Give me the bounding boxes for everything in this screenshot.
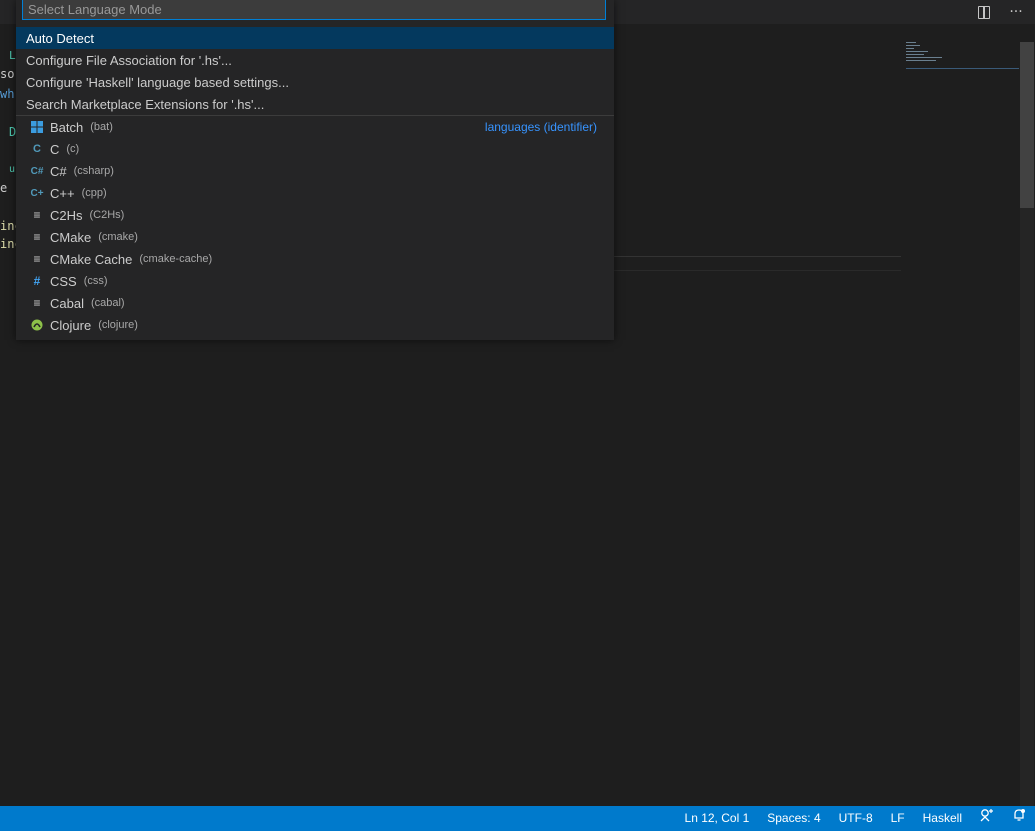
language-item-cabal[interactable]: ≡ Cabal (cabal) (16, 292, 614, 314)
lines-icon: ≡ (33, 296, 41, 310)
clojure-icon (30, 318, 44, 332)
language-id: (cmake-cache) (139, 253, 213, 265)
configure-language-settings-item[interactable]: Configure 'Haskell' language based setti… (16, 71, 614, 93)
language-name: Clojure (50, 317, 92, 333)
language-id: (csharp) (73, 165, 114, 177)
language-name: Batch (50, 119, 84, 135)
windows-icon (30, 120, 44, 134)
csharp-icon: C# (30, 165, 44, 177)
language-name: CMake (50, 229, 92, 245)
lines-icon: ≡ (33, 208, 41, 222)
minimap-cursor-line (906, 68, 1019, 69)
language-item-c2hs[interactable]: ≡ C2Hs (C2Hs) (16, 204, 614, 226)
hash-icon: # (33, 274, 41, 288)
language-name: Cabal (50, 295, 84, 311)
configure-file-association-item[interactable]: Configure File Association for '.hs'... (16, 49, 614, 71)
cpp-icon: C+ (30, 187, 44, 199)
c-icon: C (33, 143, 41, 155)
status-indentation[interactable]: Spaces: 4 (758, 806, 829, 831)
language-name: C++ (50, 185, 75, 201)
split-editor-icon[interactable] (973, 4, 995, 20)
language-id: (clojure) (98, 319, 138, 331)
code-fragment: L (9, 49, 16, 62)
status-bar: Ln 12, Col 1 Spaces: 4 UTF-8 LF Haskell (0, 806, 1035, 831)
language-id: (bat) (90, 121, 113, 133)
language-item-cmake-cache[interactable]: ≡ CMake Cache (cmake-cache) (16, 248, 614, 270)
language-search-input[interactable] (23, 0, 615, 19)
lines-icon: ≡ (33, 252, 41, 266)
item-label: Configure File Association for '.hs'... (26, 52, 232, 68)
language-id: (cpp) (81, 187, 107, 199)
lines-icon: ≡ (33, 230, 41, 244)
language-name: C (50, 141, 60, 157)
language-id: (cabal) (90, 297, 125, 309)
editor-actions: ··· (973, 0, 1027, 24)
language-name: CSS (50, 273, 77, 289)
language-search-box (22, 0, 615, 20)
code-fragment: e (0, 181, 8, 195)
languages-separator-label: languages (identifier) (484, 120, 597, 134)
language-mode-picker: Auto Detect Configure File Association f… (16, 0, 615, 340)
language-item-clojure[interactable]: Clojure (clojure) (16, 314, 614, 336)
notifications-bell-icon[interactable] (1003, 806, 1035, 831)
language-item-css[interactable]: # CSS (css) (16, 270, 614, 292)
auto-detect-item[interactable]: Auto Detect (16, 27, 614, 49)
language-item-c[interactable]: C C (c) (16, 138, 614, 160)
language-item-batch[interactable]: Batch (bat) languages (identifier) (16, 116, 614, 138)
language-name: CMake Cache (50, 251, 133, 267)
language-id: (C2Hs) (89, 209, 125, 221)
item-label: Auto Detect (26, 30, 94, 46)
feedback-icon[interactable] (971, 806, 1003, 831)
language-item-csharp[interactable]: C# C# (csharp) (16, 160, 614, 182)
language-id: (cmake) (98, 231, 138, 243)
code-fragment: so (0, 67, 15, 81)
language-item-cpp[interactable]: C+ C++ (cpp) (16, 182, 614, 204)
status-eol[interactable]: LF (882, 806, 914, 831)
item-label: Configure 'Haskell' language based setti… (26, 74, 289, 90)
status-cursor-position[interactable]: Ln 12, Col 1 (676, 806, 759, 831)
language-item-cmake[interactable]: ≡ CMake (cmake) (16, 226, 614, 248)
language-id: (c) (66, 143, 80, 155)
status-encoding[interactable]: UTF-8 (830, 806, 882, 831)
item-label: Search Marketplace Extensions for '.hs'.… (26, 96, 265, 112)
language-id: (css) (83, 275, 108, 287)
search-marketplace-item[interactable]: Search Marketplace Extensions for '.hs'.… (16, 93, 614, 115)
code-fragment: u (9, 164, 16, 175)
more-actions-icon[interactable]: ··· (1005, 4, 1027, 20)
language-name: C2Hs (50, 207, 83, 223)
scrollbar-thumb[interactable] (1020, 42, 1034, 208)
code-fragment: wh (0, 87, 15, 101)
language-name: C# (50, 163, 67, 179)
status-language-mode[interactable]: Haskell (914, 806, 971, 831)
language-list: Auto Detect Configure File Association f… (16, 27, 614, 336)
